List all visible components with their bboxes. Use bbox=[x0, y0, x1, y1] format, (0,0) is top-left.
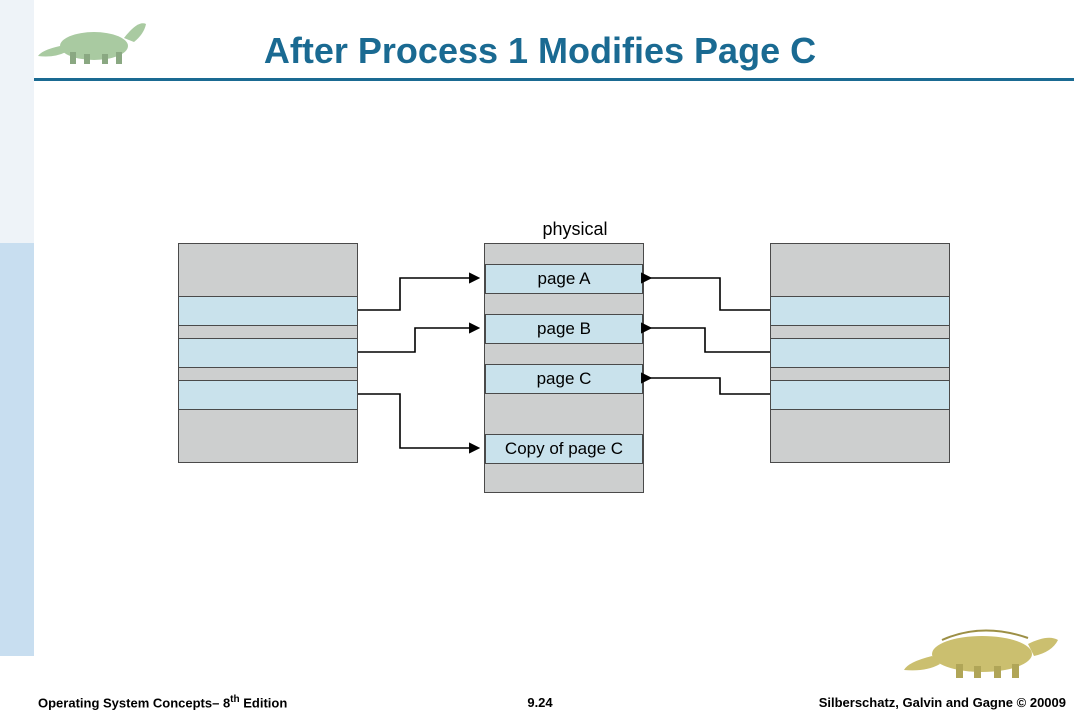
memory-frame-copy-page-c: Copy of page C bbox=[485, 434, 643, 464]
process1-slot-2 bbox=[179, 380, 357, 410]
memory-frame-page-c: page C bbox=[485, 364, 643, 394]
process1-slot-1 bbox=[179, 338, 357, 368]
memory-frame-page-a: page A bbox=[485, 264, 643, 294]
cow-diagram: process1 physical memory process2 page A… bbox=[0, 0, 1080, 720]
process2-slot-2 bbox=[771, 380, 949, 410]
memory-frame-page-b: page B bbox=[485, 314, 643, 344]
physical-memory-block: page A page B page C Copy of page C bbox=[484, 243, 644, 493]
process2-block bbox=[770, 243, 950, 463]
process2-slot-1 bbox=[771, 338, 949, 368]
footer-copyright: Silberschatz, Galvin and Gagne © 20009 bbox=[819, 695, 1066, 710]
memory-label-line1: physical bbox=[542, 219, 607, 239]
process1-slot-0 bbox=[179, 296, 357, 326]
process1-block bbox=[178, 243, 358, 463]
process2-slot-0 bbox=[771, 296, 949, 326]
